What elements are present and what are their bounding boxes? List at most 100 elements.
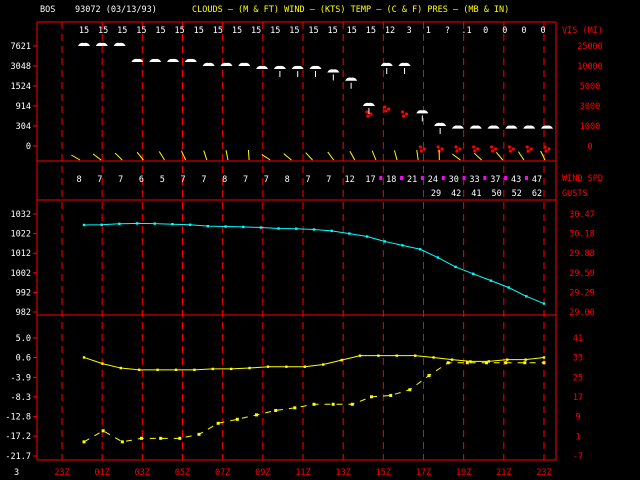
cloud-symbol xyxy=(131,58,144,63)
pressure-point xyxy=(348,232,351,235)
temp-c-tick: 5.0 xyxy=(16,334,31,344)
gust-marker xyxy=(525,176,528,180)
x-tick-label: 13Z xyxy=(335,468,350,478)
temp-c-tick: -8.3 xyxy=(11,393,31,403)
cloud-right-tick: 10000 xyxy=(577,62,603,72)
temperature-axes: 5.0 0.6 -3.9 -8.3 -12.8 -17.2 -21.7 41 33 25 17 9 1 -… xyxy=(5,334,583,462)
gust-marker xyxy=(400,176,404,180)
wind-speed-value: 37 xyxy=(490,175,500,185)
wind-speed-value: 8 xyxy=(285,175,290,185)
dewpoint-point xyxy=(465,361,469,365)
cloud-left-tick: 304 xyxy=(16,122,31,132)
pressure-point xyxy=(224,225,227,228)
pressure-point xyxy=(436,256,440,259)
cloud-right-tick: 5000 xyxy=(580,82,600,92)
cloud-left-tick: 0 xyxy=(26,142,31,152)
wind-speed-label: WIND SPD xyxy=(562,174,603,184)
time-axis: 23Z 01Z 03Z 05Z 07Z 09Z 11Z 13Z 15Z 17Z 19Z 21Z 23Z xyxy=(54,468,551,478)
cloud-symbol xyxy=(398,62,411,66)
wind-barb xyxy=(349,151,356,161)
pressure-point xyxy=(312,228,316,231)
temperature-point xyxy=(174,368,178,372)
visibility-value: 15 xyxy=(136,26,146,36)
visibility-value: 15 xyxy=(155,26,165,36)
cloud-symbol xyxy=(167,58,180,63)
x-tick-label: 09Z xyxy=(255,468,270,478)
gust-value: 41 xyxy=(471,189,481,199)
visibility-value: 15 xyxy=(289,26,299,36)
pressure-mb-tick: 1012 xyxy=(11,249,31,259)
dewpoint-point xyxy=(216,421,220,425)
pressure-point xyxy=(242,225,245,229)
wind-barb xyxy=(393,150,398,161)
pressure-series xyxy=(82,222,546,305)
precip-dot xyxy=(369,112,373,116)
wind-gust-row: 29 42 41 50 52 62 xyxy=(431,189,542,199)
x-tick-label: 01Z xyxy=(94,468,109,478)
pressure-in-tick: 30.18 xyxy=(569,230,595,240)
dewpoint-point xyxy=(504,361,508,365)
precip-dot xyxy=(547,147,551,151)
wind-barb xyxy=(305,152,313,161)
temp-f-tick: 1 xyxy=(575,432,580,442)
pressure-point xyxy=(418,248,422,251)
wind-speed-value: 21 xyxy=(407,175,417,185)
gust-marker xyxy=(379,176,383,180)
dewpoint-point xyxy=(82,440,86,444)
precip-dot xyxy=(493,147,498,151)
visibility-value: 12 xyxy=(385,26,395,36)
dewpoint-point xyxy=(140,436,143,440)
precip-dot xyxy=(436,145,440,149)
precip-dot xyxy=(508,149,512,153)
cloud-symbol xyxy=(327,69,340,73)
temperature-series xyxy=(82,354,546,372)
temp-c-tick: -21.7 xyxy=(5,452,31,462)
cloud-right-tick: 0 xyxy=(587,142,592,152)
corner-label: 3 xyxy=(14,468,19,478)
temperature-point xyxy=(82,356,86,359)
cloud-symbol xyxy=(309,65,322,70)
precip-dot xyxy=(490,149,495,153)
temperature-point xyxy=(211,367,214,371)
pressure-mb-tick: 992 xyxy=(16,288,31,298)
x-tick-label: 17Z xyxy=(416,468,431,478)
pressure-point xyxy=(188,223,192,226)
pressure-line xyxy=(83,222,545,305)
pressure-point xyxy=(365,235,369,238)
temperature-point xyxy=(340,358,343,362)
temp-c-tick: -12.8 xyxy=(5,413,31,423)
precip-dot xyxy=(455,149,459,153)
precip-dot xyxy=(383,105,387,109)
wind-speed-value: 47 xyxy=(532,175,542,185)
precip-dot xyxy=(507,145,511,149)
dewpoint-point xyxy=(293,406,297,410)
chart-title: CLOUDS – (M & FT) WIND – (KTS) TEMP – (C… xyxy=(192,5,509,15)
gust-marker xyxy=(420,176,424,180)
wind-speed-value: 7 xyxy=(97,175,102,185)
precip-dot xyxy=(366,114,370,118)
precip-dot xyxy=(544,149,548,153)
visibility-value: 15 xyxy=(213,26,223,36)
temperature-point xyxy=(542,356,546,359)
wind-speed-value: 8 xyxy=(222,175,227,185)
wind-speed-value: 5 xyxy=(160,175,165,185)
wind-speed-value: 33 xyxy=(469,175,479,185)
dewpoint-point xyxy=(427,374,431,378)
wind-barb xyxy=(283,153,292,161)
cloud-left-tick: 7621 xyxy=(11,42,31,52)
x-tick-label: 03Z xyxy=(135,468,150,478)
precip-dot xyxy=(489,145,494,149)
x-tick-label: 15Z xyxy=(376,468,391,478)
temp-f-tick: 25 xyxy=(573,373,583,383)
precip-dot xyxy=(525,145,529,149)
visibility-value: 0 xyxy=(521,26,526,36)
temperature-point xyxy=(432,356,435,359)
cloud-axes: 7621304815249143040250001000050003000100… xyxy=(11,42,603,152)
precip-dot xyxy=(404,112,409,116)
temp-f-tick: 41 xyxy=(573,334,583,344)
precip-dot xyxy=(400,110,405,114)
visibility-value: 15 xyxy=(79,26,89,36)
cloud-right-tick: 1000 xyxy=(580,122,600,132)
wind-speed-value: 17 xyxy=(365,175,375,185)
visibility-value: 1 xyxy=(426,26,431,36)
